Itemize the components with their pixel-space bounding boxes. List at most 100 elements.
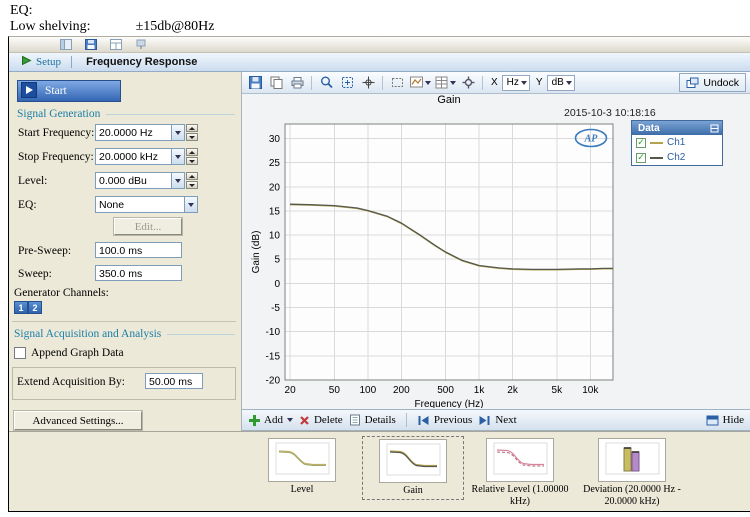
add-button[interactable]: Add: [248, 414, 293, 426]
legend-header[interactable]: Data: [632, 121, 722, 135]
svg-text:2k: 2k: [507, 385, 519, 396]
sweep-label: Sweep:: [18, 268, 52, 280]
legend-item-ch2[interactable]: ✓ Ch2: [632, 150, 722, 165]
svg-text:-15: -15: [266, 351, 281, 362]
hide-icon: [706, 415, 719, 425]
svg-text:5k: 5k: [552, 385, 564, 396]
thumbnail-chart: [598, 438, 666, 482]
details-button[interactable]: Details: [349, 414, 396, 426]
svg-text:10: 10: [269, 231, 281, 242]
eq-dropdown[interactable]: [184, 196, 198, 213]
svg-text:50: 50: [329, 385, 341, 396]
spin-up-button[interactable]: [186, 124, 198, 132]
setup-arrow-icon: [21, 55, 32, 69]
ch1-line-sample: [650, 141, 663, 144]
play-icon: [21, 81, 37, 101]
select-region-icon[interactable]: [388, 74, 406, 92]
gain-chart[interactable]: 302520151050-5-10-15-2020 50 100 200 500 1k 2k…: [247, 114, 627, 408]
append-graph-data-checkbox[interactable]: [14, 347, 26, 359]
cursor-crosshair-icon[interactable]: [359, 74, 377, 92]
extend-acquisition-label: Extend Acquisition By:: [17, 376, 125, 388]
chevron-down-icon: [425, 80, 431, 85]
signal-acquisition-heading: Signal Acquisition and Analysis: [14, 328, 235, 340]
level-unit-dropdown[interactable]: [171, 172, 185, 189]
next-button[interactable]: Next: [478, 414, 517, 426]
svg-text:5: 5: [274, 255, 280, 266]
level-input[interactable]: [95, 172, 172, 189]
y-unit-dropdown[interactable]: dB: [546, 74, 575, 91]
eq-select[interactable]: [95, 196, 185, 213]
pin-icon[interactable]: [710, 124, 719, 133]
previous-icon: [418, 415, 429, 425]
graph-settings-icon[interactable]: [459, 74, 477, 92]
thumbnail-label: Deviation (20.0000 Hz - 20.0000 kHz): [583, 484, 681, 507]
chevron-down-icon: [286, 418, 293, 422]
stop-frequency-input[interactable]: [95, 148, 172, 165]
ch1-checkbox[interactable]: ✓: [636, 137, 646, 148]
ch2-checkbox[interactable]: ✓: [636, 152, 646, 163]
delete-x-icon: [300, 415, 309, 425]
y-axis-label: Y: [535, 77, 543, 88]
stop-frequency-unit-dropdown[interactable]: [171, 148, 185, 165]
spin-down-button[interactable]: [186, 133, 198, 141]
svg-text:Frequency (Hz): Frequency (Hz): [415, 399, 484, 408]
tab-separator: [71, 56, 73, 68]
hide-button[interactable]: Hide: [706, 414, 744, 426]
generator-channel-buttons: 1 2: [14, 301, 42, 314]
undock-button[interactable]: Undock: [679, 73, 746, 92]
navigator-icon[interactable]: [57, 36, 75, 54]
graph-title: Gain: [437, 94, 461, 106]
spin-down-button[interactable]: [186, 157, 198, 165]
print-icon[interactable]: [288, 74, 306, 92]
svg-text:0: 0: [274, 279, 280, 290]
graph-toolbar: X Hz Y dB Undock: [242, 72, 750, 94]
edit-button: Edit...: [114, 218, 182, 235]
legend-panel: Data ✓ Ch1 ✓ Ch2: [631, 120, 723, 166]
thumbnail-level[interactable]: Level: [252, 436, 352, 498]
settings-panel: Start Signal Generation Start Frequency:…: [9, 72, 242, 431]
copy-icon[interactable]: [267, 74, 285, 92]
thumbnail-relative-level[interactable]: Relative Level (1.00000 kHz): [470, 436, 570, 510]
section-divider: [12, 321, 236, 322]
extend-acquisition-input[interactable]: [145, 373, 203, 389]
shelving-value: ±15db@80Hz: [135, 19, 215, 34]
advanced-settings-button[interactable]: Advanced Settings...: [14, 411, 142, 430]
save-workspace-icon[interactable]: [82, 36, 100, 54]
zoom-icon[interactable]: [317, 74, 335, 92]
graph-type-dropdown[interactable]: [409, 74, 431, 92]
channel-2-button[interactable]: 2: [28, 301, 42, 314]
start-frequency-input[interactable]: [95, 124, 172, 141]
thumbnail-gain[interactable]: Gain: [362, 436, 464, 500]
start-frequency-unit-dropdown[interactable]: [171, 124, 185, 141]
channel-1-button[interactable]: 1: [14, 301, 28, 314]
spin-up-button[interactable]: [186, 172, 198, 180]
layout-icon[interactable]: [107, 36, 125, 54]
save-graph-icon[interactable]: [246, 74, 264, 92]
previous-button[interactable]: Previous: [417, 414, 472, 426]
legend-item-ch1[interactable]: ✓ Ch1: [632, 135, 722, 150]
toolbar-separator: [482, 75, 483, 90]
toolbar-separator: [382, 75, 383, 90]
spin-up-button[interactable]: [186, 148, 198, 156]
chevron-down-icon: [175, 130, 181, 135]
thumbnail-chart: [268, 438, 336, 482]
x-unit-dropdown[interactable]: Hz: [501, 74, 530, 91]
pre-sweep-input[interactable]: [95, 242, 182, 258]
start-button[interactable]: Start: [17, 80, 121, 102]
pin-toolbar-icon[interactable]: [132, 36, 150, 54]
graph-panel: X Hz Y dB Undock Gain 2015-10-3 10:18:16…: [242, 72, 750, 409]
graph-actions-toolbar: Add Delete Details Previous Next Hide: [242, 409, 750, 431]
sweep-input[interactable]: [95, 265, 182, 281]
data-sheet-dropdown[interactable]: [434, 74, 456, 92]
thumbnail-deviation[interactable]: Deviation (20.0000 Hz - 20.0000 kHz): [582, 436, 682, 510]
eq-heading: EQ:: [10, 3, 33, 18]
tab-setup-label: Setup: [36, 56, 62, 68]
stop-frequency-label: Stop Frequency:: [18, 151, 94, 163]
tab-frequency-response[interactable]: Frequency Response: [76, 56, 207, 68]
undock-icon: [686, 77, 699, 88]
tab-setup[interactable]: Setup: [15, 53, 67, 71]
delete-button[interactable]: Delete: [299, 414, 343, 426]
ap-logo: AP: [573, 128, 609, 151]
spin-down-button[interactable]: [186, 181, 198, 189]
zoom-fit-icon[interactable]: [338, 74, 356, 92]
